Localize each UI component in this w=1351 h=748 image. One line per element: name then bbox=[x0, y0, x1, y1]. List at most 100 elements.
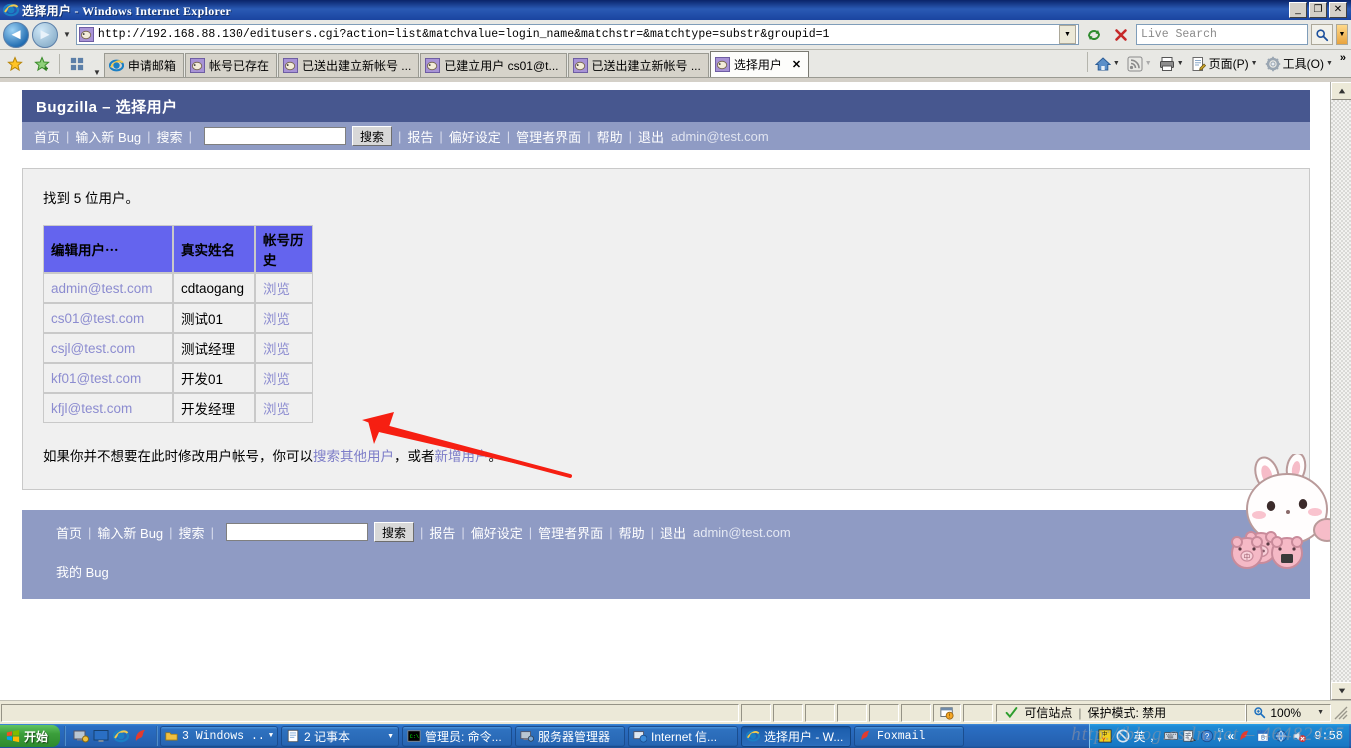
taskbar-button[interactable]: 选择用户 - W... bbox=[741, 725, 852, 747]
stop-button[interactable] bbox=[1109, 23, 1133, 47]
search-provider-dropdown[interactable]: ▼ bbox=[1336, 24, 1348, 45]
tray-overflow-button[interactable]: « bbox=[1228, 729, 1235, 743]
tab-list-dropdown-button[interactable]: ▼ bbox=[91, 68, 103, 77]
close-tab-icon[interactable]: ✕ bbox=[792, 58, 801, 71]
column-header-account-history[interactable]: 帐号历史 bbox=[255, 225, 313, 273]
taskbar-button[interactable]: C:\ 管理员: 命令... bbox=[402, 725, 513, 747]
popup-blocker-button[interactable]: ! bbox=[933, 703, 962, 722]
nav-reports-link[interactable]: 报告 bbox=[407, 127, 433, 146]
footer-reports-link[interactable]: 报告 bbox=[429, 523, 455, 542]
footer-preferences-link[interactable]: 偏好设定 bbox=[471, 523, 523, 542]
search-other-users-link[interactable]: 搜索其他用户 bbox=[313, 449, 394, 464]
refresh-button[interactable] bbox=[1082, 23, 1106, 47]
nav-new-bug-link[interactable]: 输入新 Bug bbox=[75, 127, 141, 146]
print-caret-icon[interactable]: ▼ bbox=[1177, 60, 1184, 67]
scroll-down-button[interactable] bbox=[1331, 682, 1351, 700]
taskbar-button[interactable]: 服务器管理器 bbox=[515, 725, 626, 747]
view-history-link[interactable]: 浏览 bbox=[263, 312, 290, 327]
edit-user-link[interactable]: admin@test.com bbox=[51, 281, 153, 296]
nav-help-link[interactable]: 帮助 bbox=[597, 127, 623, 146]
foxmail-icon[interactable] bbox=[133, 728, 149, 744]
back-button[interactable]: ◄ bbox=[3, 21, 29, 48]
feeds-caret-icon[interactable]: ▼ bbox=[1145, 60, 1152, 67]
view-history-link[interactable]: 浏览 bbox=[263, 342, 290, 357]
edit-user-link[interactable]: kf01@test.com bbox=[51, 371, 141, 386]
browser-tab[interactable]: 申请邮箱 bbox=[103, 53, 184, 77]
view-history-link[interactable]: 浏览 bbox=[263, 372, 290, 387]
taskbar-button[interactable]: Foxmail bbox=[854, 725, 965, 747]
tools-menu-button[interactable]: 工具(O) ▼ bbox=[1262, 53, 1336, 74]
taskbar-group-caret-icon[interactable]: ▼ bbox=[269, 732, 273, 740]
footer-logout-link[interactable]: 退出 bbox=[660, 523, 686, 542]
minimize-button[interactable]: _ bbox=[1289, 2, 1307, 18]
live-search-go-button[interactable] bbox=[1311, 24, 1333, 45]
quicksearch-button[interactable]: 搜索 bbox=[351, 126, 392, 146]
home-button[interactable]: ▼ bbox=[1092, 54, 1123, 74]
feeds-button[interactable]: ▼ bbox=[1124, 54, 1155, 74]
clipboard-icon[interactable] bbox=[1182, 729, 1196, 743]
forward-button[interactable]: ► bbox=[32, 21, 58, 48]
add-new-user-link[interactable]: 新增用户 bbox=[435, 449, 489, 464]
zoom-caret-icon[interactable]: ▼ bbox=[1317, 709, 1324, 716]
help-icon[interactable]: ? bbox=[1200, 729, 1214, 743]
nav-logout-link[interactable]: 退出 bbox=[638, 127, 664, 146]
live-search-input[interactable]: Live Search bbox=[1136, 24, 1308, 45]
address-dropdown-button[interactable]: ▼ bbox=[1059, 25, 1076, 44]
home-caret-icon[interactable]: ▼ bbox=[1113, 60, 1120, 67]
zoom-control[interactable]: 100% ▼ bbox=[1246, 703, 1331, 722]
nav-search-link[interactable]: 搜索 bbox=[157, 127, 183, 146]
close-button[interactable]: ✕ bbox=[1329, 2, 1347, 18]
ime-indicator-icon[interactable]: 中 Y bbox=[1097, 729, 1112, 743]
footer-quicksearch-button[interactable]: 搜索 bbox=[373, 522, 414, 542]
browser-tab[interactable]: 已建立用户 cs01@t... bbox=[420, 53, 567, 77]
network-icon[interactable] bbox=[1274, 729, 1288, 743]
footer-quicksearch-input[interactable] bbox=[225, 523, 368, 541]
quick-tabs-button[interactable] bbox=[64, 51, 90, 77]
block-icon[interactable] bbox=[1116, 729, 1130, 743]
page-vertical-scrollbar[interactable] bbox=[1330, 82, 1351, 700]
taskbar-button[interactable]: 2 记事本 ▼ bbox=[281, 725, 400, 747]
page-menu-caret-icon[interactable]: ▼ bbox=[1251, 60, 1258, 67]
calendar-icon[interactable]: B bbox=[1256, 729, 1270, 743]
browser-tab[interactable]: 帐号已存在 bbox=[184, 53, 277, 77]
volume-muted-icon[interactable] bbox=[1292, 729, 1307, 743]
view-history-link[interactable]: 浏览 bbox=[263, 402, 290, 417]
footer-home-link[interactable]: 首页 bbox=[56, 523, 82, 542]
print-button[interactable]: ▼ bbox=[1156, 54, 1187, 74]
display-icon[interactable] bbox=[93, 728, 109, 744]
browser-tab[interactable]: 选择用户 ✕ bbox=[709, 51, 810, 77]
quicksearch-input[interactable] bbox=[203, 127, 346, 145]
maximize-button[interactable]: ❐ bbox=[1309, 2, 1327, 18]
system-clock[interactable]: 9:58 bbox=[1310, 729, 1343, 743]
toolbar-overflow-button[interactable]: » bbox=[1337, 52, 1349, 64]
footer-help-link[interactable]: 帮助 bbox=[619, 523, 645, 542]
edit-user-link[interactable]: kfjl@test.com bbox=[51, 401, 132, 416]
start-button[interactable]: 开始 bbox=[0, 725, 61, 747]
footer-new-bug-link[interactable]: 输入新 Bug bbox=[97, 523, 163, 542]
footer-search-link[interactable]: 搜索 bbox=[179, 523, 205, 542]
keyboard-icon[interactable] bbox=[1163, 729, 1178, 743]
view-history-link[interactable]: 浏览 bbox=[263, 282, 290, 297]
history-dropdown-button[interactable]: ▼ bbox=[61, 30, 73, 39]
address-bar[interactable]: http://192.168.88.130/editusers.cgi?acti… bbox=[75, 24, 1079, 45]
column-header-real-name[interactable]: 真实姓名 bbox=[173, 225, 255, 273]
nav-administration-link[interactable]: 管理者界面 bbox=[516, 127, 581, 146]
browser-tab[interactable]: 已送出建立新帐号 ... bbox=[567, 53, 709, 77]
scroll-up-button[interactable] bbox=[1331, 82, 1351, 100]
footer-my-bugs-link[interactable]: 我的 Bug bbox=[56, 565, 109, 580]
edit-user-link[interactable]: cs01@test.com bbox=[51, 311, 144, 326]
expand-icon[interactable]: ⁵¹ ▾ bbox=[1218, 728, 1224, 744]
ie-icon[interactable] bbox=[113, 728, 130, 744]
taskbar-group-caret-icon[interactable]: ▼ bbox=[387, 733, 394, 740]
mail-icon[interactable] bbox=[1238, 729, 1252, 743]
ime-language-label[interactable]: 英 bbox=[1134, 728, 1146, 745]
taskbar-button[interactable]: Internet 信... bbox=[628, 725, 739, 747]
page-menu-button[interactable]: 页面(P) ▼ bbox=[1188, 53, 1261, 74]
tools-menu-caret-icon[interactable]: ▼ bbox=[1326, 60, 1333, 67]
nav-home-link[interactable]: 首页 bbox=[34, 127, 60, 146]
footer-administration-link[interactable]: 管理者界面 bbox=[538, 523, 603, 542]
resize-grip[interactable] bbox=[1334, 706, 1348, 720]
edit-user-link[interactable]: csjl@test.com bbox=[51, 341, 135, 356]
favorites-center-button[interactable] bbox=[2, 51, 28, 77]
taskbar-button[interactable]: 3 Windows ... ▼ bbox=[160, 725, 279, 747]
